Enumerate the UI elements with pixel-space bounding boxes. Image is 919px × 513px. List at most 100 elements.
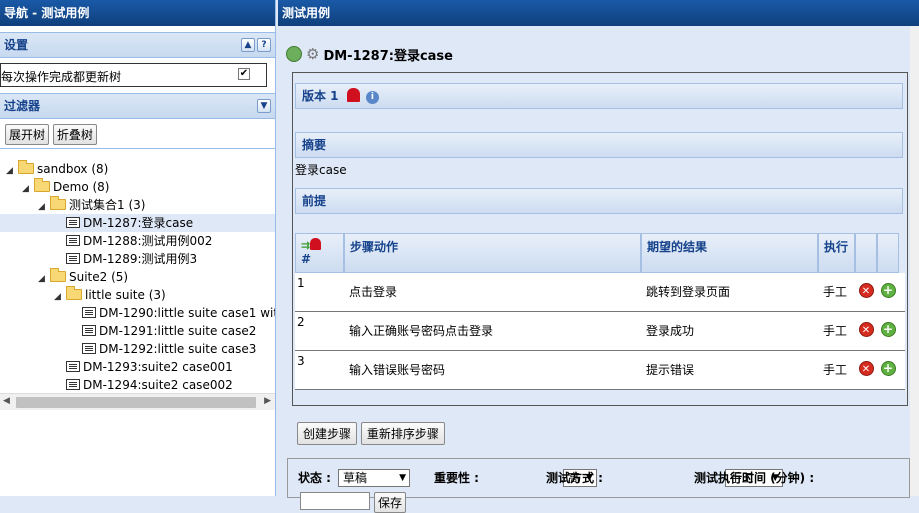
tree-case-node[interactable]: DM-1291:little suite case2	[0, 322, 275, 340]
add-step-icon[interactable]: +	[880, 322, 896, 337]
delete-step-icon[interactable]: ✕	[858, 361, 874, 376]
tree-empty-area	[0, 410, 275, 496]
nav-title: 导航 - 测试用例	[0, 0, 275, 26]
step-delete-cell: ✕	[855, 351, 877, 389]
duration-input[interactable]	[300, 492, 370, 510]
chevron-down-icon[interactable]: ▼	[257, 99, 271, 113]
update-tree-checkbox[interactable]: ✔	[238, 68, 250, 80]
status-label: 状态 :	[298, 471, 331, 485]
navigation-panel: 导航 - 测试用例 设置 ▲ ? 每次操作完成都更新树 ✔ 过滤器 ▼ 展开树 …	[0, 0, 276, 496]
help-icon[interactable]: ?	[257, 38, 271, 52]
create-step-button[interactable]: 创建步骤	[297, 422, 358, 445]
status-select[interactable]: 草稿	[338, 469, 410, 487]
delete-step-icon[interactable]: ✕	[858, 322, 874, 337]
reorder-icon[interactable]: ⇉	[301, 239, 310, 252]
col-num: ⇉ #	[295, 233, 344, 273]
save-button[interactable]: 保存	[374, 492, 407, 513]
expand-tree-button[interactable]: 展开树	[5, 124, 50, 145]
scroll-left-icon[interactable]: ◀	[3, 396, 10, 406]
refresh-icon[interactable]	[286, 46, 302, 62]
col-exec-label: 执行	[824, 240, 849, 254]
tree-toolbar: 展开树 折叠树	[0, 119, 275, 149]
test-case-icon	[66, 235, 80, 246]
settings-label: 设置	[4, 38, 29, 52]
tree-node-label: Demo (8)	[53, 180, 110, 194]
tree-node-label: DM-1294:suite2 case002	[83, 378, 233, 392]
step-expected: 提示错误	[646, 363, 695, 377]
col-delete	[855, 233, 877, 273]
tree-folder-node[interactable]: ◢ sandbox (8)	[0, 160, 275, 178]
collapse-up-icon[interactable]: ▲	[241, 38, 255, 52]
tree-node-label: DM-1291:little suite case2	[99, 324, 257, 338]
step-delete-cell: ✕	[855, 312, 877, 350]
scroll-thumb[interactable]	[16, 397, 256, 408]
tree-node-label: Suite2 (5)	[69, 270, 129, 284]
case-details-box: 版本 1 i 摘要 登录case 前提 ⇉ # 步骤动作 期望的结果 执行 1 …	[292, 72, 908, 406]
add-step-icon[interactable]: +	[880, 361, 896, 376]
steps-header-row: ⇉ # 步骤动作 期望的结果 执行	[295, 233, 905, 273]
step-delete-cell: ✕	[855, 273, 877, 311]
col-expected: 期望的结果	[641, 233, 818, 273]
tree-node-label: little suite (3)	[85, 288, 166, 302]
step-row[interactable]: 1 点击登录 跳转到登录页面 手工 ✕ +	[295, 273, 905, 312]
tree-node-label: DM-1292:little suite case3	[99, 342, 257, 356]
gear-icon[interactable]: ⚙	[306, 45, 319, 63]
step-add-cell: +	[877, 312, 899, 350]
case-title: DM-1287:登录case	[323, 48, 453, 64]
test-case-icon	[66, 253, 80, 264]
filter-label: 过滤器	[4, 99, 41, 113]
col-action-label: 步骤动作	[350, 240, 399, 254]
step-add-cell: +	[877, 351, 899, 389]
add-step-icon[interactable]: +	[880, 283, 896, 298]
tree-folder-node[interactable]: ◢ Demo (8)	[0, 178, 275, 196]
step-exec-type: 手工	[823, 285, 848, 299]
info-icon[interactable]: i	[365, 91, 379, 104]
col-num-label: #	[301, 252, 312, 266]
folder-icon	[34, 178, 50, 192]
tree-folder-node[interactable]: ◢ 测试集合1 (3)	[0, 196, 275, 214]
steps-table: ⇉ # 步骤动作 期望的结果 执行 1 点击登录 跳转到登录页面 手工 ✕ +2 输入正确账…	[295, 233, 905, 390]
case-title-row: ⚙ DM-1287:登录case	[286, 44, 453, 64]
version-bar: 版本 1 i	[295, 83, 903, 109]
reorder-steps-button[interactable]: 重新排序步骤	[360, 422, 445, 445]
scroll-right-icon[interactable]: ▶	[264, 396, 271, 406]
folder-icon	[66, 286, 82, 300]
update-tree-label: 每次操作完成都更新树	[1, 70, 122, 84]
summary-bar: 摘要	[295, 132, 903, 158]
tree-node-label: DM-1287:登录case	[83, 216, 194, 230]
tree-case-node[interactable]: DM-1292:little suite case3	[0, 340, 275, 358]
tree-case-node[interactable]: DM-1289:测试用例3	[0, 250, 275, 268]
tree-case-node[interactable]: DM-1287:登录case	[0, 214, 275, 232]
collapse-tree-button[interactable]: 折叠树	[52, 124, 97, 145]
step-number: 3	[297, 354, 305, 368]
tree-node-label: DM-1289:测试用例3	[83, 252, 198, 266]
tree-node-label: sandbox (8)	[37, 162, 109, 176]
col-exec: 执行	[818, 233, 855, 273]
tree-horizontal-scrollbar[interactable]: ◀ ▶	[0, 393, 275, 410]
tree-case-node[interactable]: DM-1290:little suite case1 withssss	[0, 304, 275, 322]
col-expected-label: 期望的结果	[647, 240, 708, 254]
step-action: 输入正确账号密码点击登录	[349, 324, 494, 338]
tree-case-node[interactable]: DM-1294:suite2 case002	[0, 376, 275, 392]
summary-label: 摘要	[302, 138, 327, 152]
step-expected: 跳转到登录页面	[646, 285, 731, 299]
step-row[interactable]: 2 输入正确账号密码点击登录 登录成功 手工 ✕ +	[295, 312, 905, 351]
test-case-icon	[66, 379, 80, 390]
main-vertical-scrollbar[interactable]	[910, 26, 919, 496]
step-exec-type: 手工	[823, 324, 848, 338]
ghost-icon	[310, 238, 322, 250]
folder-icon	[50, 268, 66, 282]
tree-case-node[interactable]: DM-1288:测试用例002	[0, 232, 275, 250]
precondition-label: 前提	[302, 194, 327, 208]
filter-header[interactable]: 过滤器 ▼	[0, 93, 275, 119]
tree-folder-node[interactable]: ◢ little suite (3)	[0, 286, 275, 304]
tree-folder-node[interactable]: ◢ Suite2 (5)	[0, 268, 275, 286]
settings-header[interactable]: 设置 ▲ ?	[0, 32, 275, 58]
tree-case-node[interactable]: DM-1293:suite2 case001	[0, 358, 275, 376]
step-action: 点击登录	[349, 285, 398, 299]
delete-step-icon[interactable]: ✕	[858, 283, 874, 298]
test-case-icon	[82, 307, 96, 318]
tree-node-label: DM-1288:测试用例002	[83, 234, 213, 248]
step-row[interactable]: 3 输入错误账号密码 提示错误 手工 ✕ +	[295, 351, 905, 390]
main-panel: 测试用例 ⚙ DM-1287:登录case 版本 1 i 摘要 登录case 前…	[278, 0, 919, 513]
